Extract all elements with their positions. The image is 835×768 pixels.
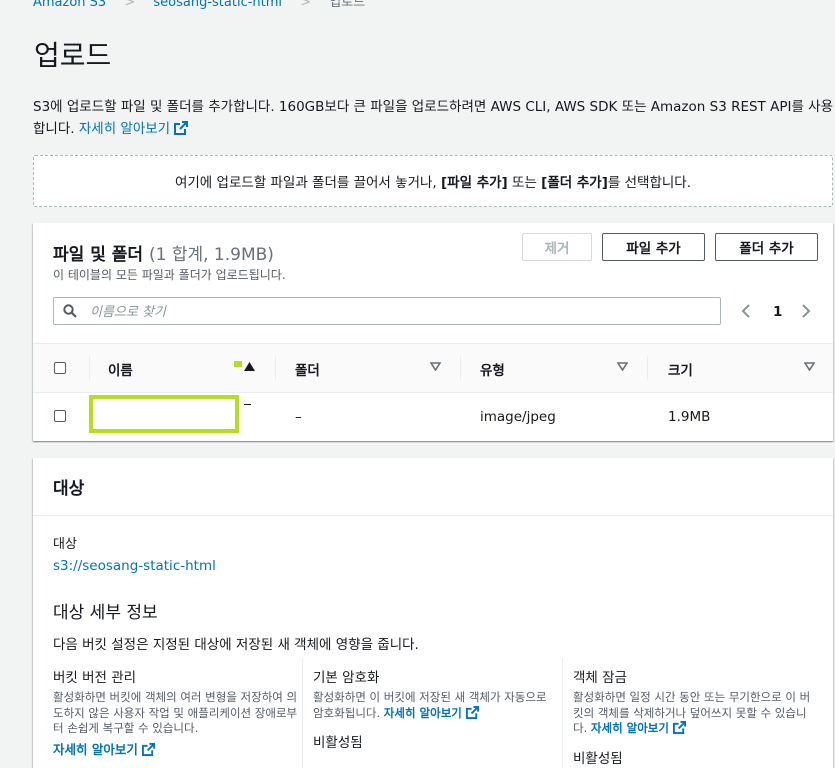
chevron-left-icon[interactable]	[740, 303, 752, 319]
external-link-icon	[672, 721, 686, 734]
search-field	[53, 297, 721, 325]
column-header-name[interactable]: 이름	[108, 359, 133, 379]
object-lock-column: 객체 잠금 활성화하면 일정 시간 동안 또는 무기한으로 이 버킷의 객체를 …	[573, 658, 818, 767]
encryption-status: 비활성됨	[313, 735, 363, 751]
sort-caret-down-icon[interactable]	[617, 362, 628, 371]
destination-bucket-link[interactable]: s3://seosang-static-html	[53, 558, 216, 574]
sort-caret-down-icon[interactable]	[804, 362, 815, 371]
file-size: 1.9MB	[668, 409, 711, 425]
versioning-description: 활성화하면 버킷에 객체의 여러 변형을 저장하여 의도하지 않은 사용자 작업…	[53, 690, 298, 735]
column-divider	[302, 658, 303, 768]
breadcrumb-bucket-link[interactable]: seosang-static-html	[153, 0, 282, 10]
files-and-folders-panel: 파일 및 폴더 (1 합계, 1.9MB) 이 테이블의 모든 파일과 폴더가 …	[33, 223, 833, 441]
row-checkbox[interactable]	[54, 410, 66, 422]
destination-details-title: 대상 세부 정보	[53, 603, 158, 623]
object-lock-learn-more-link[interactable]: 자세히 알아보기	[591, 721, 686, 735]
breadcrumb-current: 업로드	[329, 0, 366, 10]
versioning-column: 버킷 버전 관리 활성화하면 버킷에 객체의 여러 변형을 저장하여 의도하지 …	[53, 658, 298, 758]
column-divider	[460, 356, 461, 380]
chevron-right-icon: >	[124, 0, 136, 10]
destination-label: 대상	[53, 537, 77, 552]
files-panel-description: 이 테이블의 모든 파일과 폴더가 업로드됩니다.	[53, 268, 286, 282]
external-link-icon	[174, 121, 189, 135]
object-lock-status: 비활성됨	[573, 750, 623, 767]
destination-panel-header: 대상	[33, 458, 833, 516]
search-input[interactable]	[88, 301, 712, 323]
column-header-type[interactable]: 유형	[480, 359, 505, 379]
file-type: image/jpeg	[480, 409, 556, 425]
name-dash-mark	[244, 404, 251, 405]
sort-caret-down-icon[interactable]	[430, 362, 441, 371]
search-icon	[63, 304, 77, 318]
column-divider	[89, 356, 90, 380]
destination-title: 대상	[53, 479, 85, 499]
page-title: 업로드	[34, 39, 112, 72]
column-divider	[275, 356, 276, 380]
breadcrumb: Amazon S3 > seosang-static-html > 업로드	[33, 0, 365, 10]
encryption-description-block: 활성화하면 이 버킷에 저장된 새 객체가 자동으로 암호화됩니다. 자세히 알…	[313, 690, 547, 720]
breadcrumb-s3-link[interactable]: Amazon S3	[33, 0, 106, 10]
external-link-icon	[465, 705, 479, 719]
column-divider	[647, 356, 648, 380]
dropzone-text: 여기에 업로드할 파일과 폴더를 끌어서 놓거나, [파일 추가] 또는 [폴더…	[174, 175, 692, 191]
learn-more-link[interactable]: 자세히 알아보기	[79, 121, 189, 137]
destination-panel: 대상 대상 s3://seosang-static-html 대상 세부 정보 …	[33, 458, 833, 768]
versioning-title: 버킷 버전 관리	[53, 670, 137, 686]
select-all-checkbox[interactable]	[54, 362, 66, 374]
page-number[interactable]: 1	[773, 304, 782, 320]
sort-marker	[234, 361, 242, 367]
add-files-button[interactable]: 파일 추가	[602, 233, 705, 261]
chevron-right-icon: >	[300, 0, 312, 10]
upload-dropzone[interactable]: 여기에 업로드할 파일과 폴더를 끌어서 놓거나, [파일 추가] 또는 [폴더…	[33, 155, 833, 207]
column-header-size[interactable]: 크기	[668, 359, 693, 379]
table-row: – image/jpeg 1.9MB	[33, 392, 833, 440]
intro-text-block: S3에 업로드할 파일 및 폴더를 추가합니다. 160GB보다 큰 파일을 업…	[33, 96, 833, 140]
encryption-title: 기본 암호화	[313, 670, 380, 686]
encryption-column: 기본 암호화 활성화하면 이 버킷에 저장된 새 객체가 자동으로 암호화됩니다…	[313, 658, 558, 751]
remove-button[interactable]: 제거	[522, 233, 592, 261]
versioning-learn-more-link[interactable]: 자세히 알아보기	[53, 739, 298, 758]
files-panel-title: 파일 및 폴더 (1 합계, 1.9MB)	[53, 245, 274, 265]
object-lock-title: 객체 잠금	[573, 670, 627, 686]
file-name-cell	[89, 395, 239, 433]
chevron-right-icon[interactable]	[800, 303, 812, 319]
column-divider	[562, 658, 563, 768]
external-link-icon	[141, 742, 155, 756]
file-folder: –	[295, 409, 302, 425]
encryption-learn-more-link[interactable]: 자세히 알아보기	[384, 705, 479, 720]
object-lock-description-block: 활성화하면 일정 시간 동안 또는 무기한으로 이 버킷의 객체를 삭제하거나 …	[573, 690, 811, 735]
sort-ascending-icon[interactable]	[244, 362, 255, 371]
files-count: (1 합계, 1.9MB)	[148, 245, 274, 265]
add-folder-button[interactable]: 폴더 추가	[715, 233, 818, 261]
table-header: 이름 폴더 유형 크기	[33, 343, 833, 393]
column-header-folder[interactable]: 폴더	[295, 359, 320, 379]
destination-details-description: 다음 버킷 설정은 지정된 대상에 저장된 새 객체에 영향을 줍니다.	[53, 637, 419, 653]
